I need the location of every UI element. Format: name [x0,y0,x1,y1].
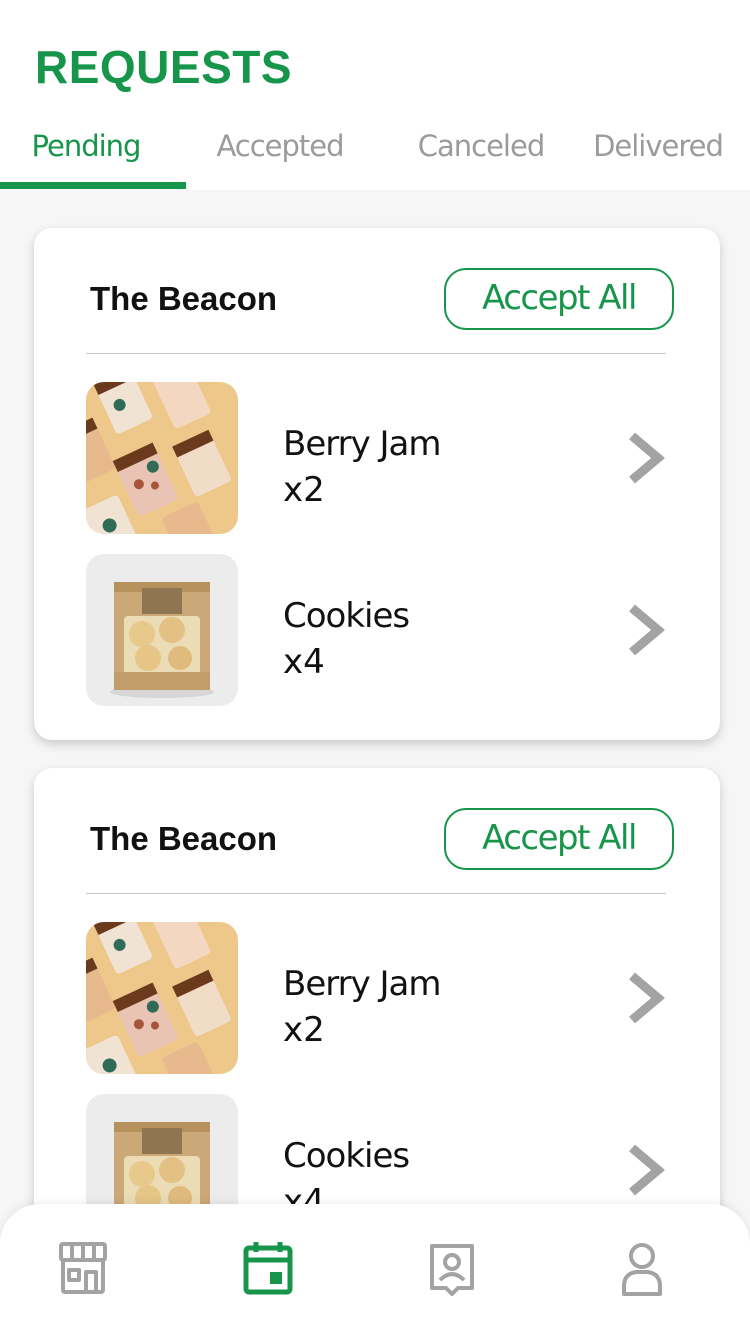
store-name: The Beacon [90,280,278,317]
accept-all-button[interactable]: Accept All [444,268,674,330]
store-name: The Beacon [90,820,278,857]
item-quantity: x4 [283,642,325,682]
tab-canceled[interactable]: Canceled [412,126,550,166]
order-item[interactable]: Berry Jam x2 [86,922,676,1074]
order-item[interactable]: Cookies x4 [86,554,676,706]
chevron-right-icon[interactable] [624,602,668,658]
chevron-right-icon[interactable] [624,430,668,486]
item-quantity: x2 [283,470,325,510]
tab-delivered[interactable]: Delivered [590,126,726,166]
chevron-right-icon[interactable] [624,970,668,1026]
jam-jars-photo [86,922,238,1074]
item-name: Berry Jam [283,424,442,464]
divider [86,353,666,354]
header: REQUESTS Pending Accepted Canceled Deliv… [0,0,750,190]
item-name: Berry Jam [283,964,442,1004]
chevron-right-icon[interactable] [624,1142,668,1198]
bottom-nav [0,1204,750,1334]
cookie-bag-photo [86,554,238,706]
page-title: REQUESTS [35,41,293,93]
jam-jars-photo [86,382,238,534]
order-item[interactable]: Berry Jam x2 [86,382,676,534]
order-card: The Beacon Accept All Berry Jam x2 Cooki… [34,228,720,740]
tab-pending[interactable]: Pending [20,126,152,166]
divider [86,893,666,894]
tab-accepted[interactable]: Accepted [212,126,348,166]
item-name: Cookies [283,1136,410,1176]
user-icon[interactable] [612,1238,672,1298]
accept-all-button[interactable]: Accept All [444,808,674,870]
item-quantity: x2 [283,1010,325,1050]
store-icon[interactable] [53,1238,113,1298]
profile-card-icon[interactable] [422,1238,482,1298]
item-name: Cookies [283,596,410,636]
active-tab-indicator [0,182,186,189]
calendar-icon[interactable] [238,1238,298,1298]
